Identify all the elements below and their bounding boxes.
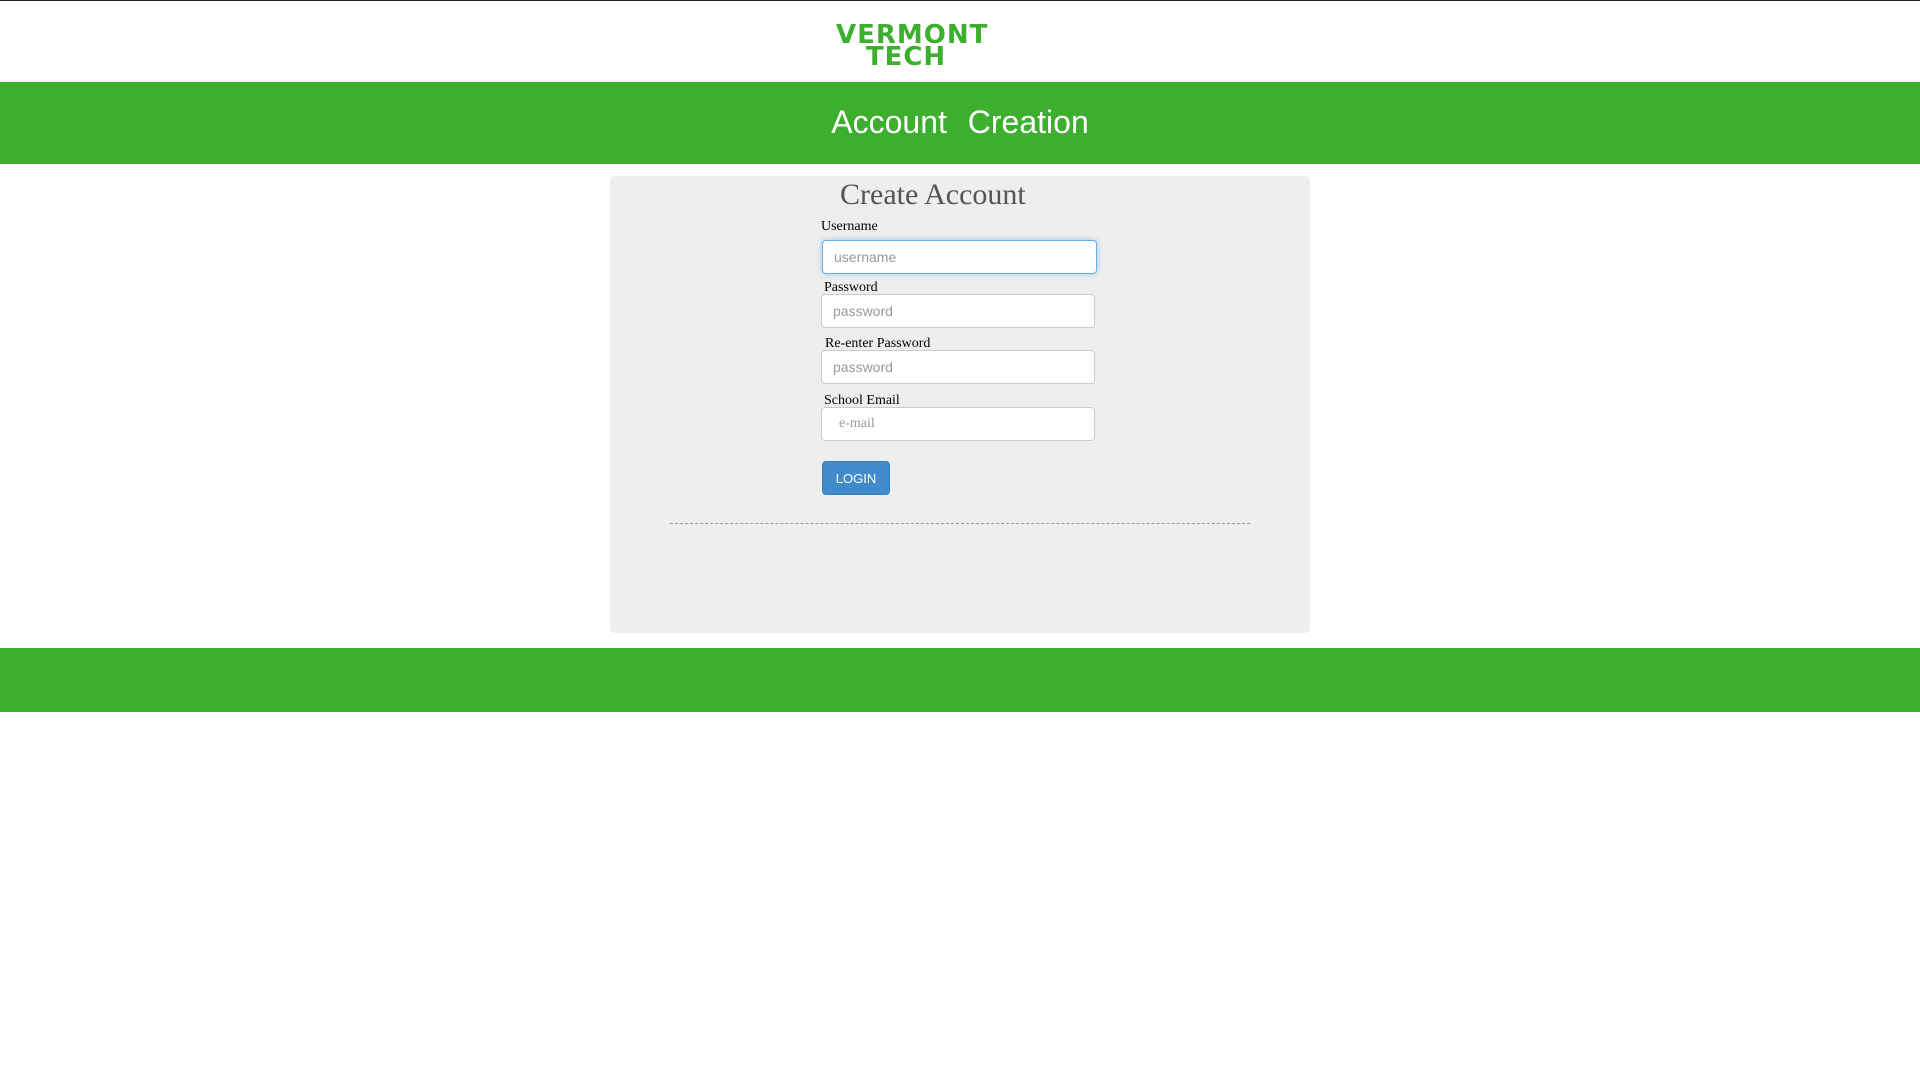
form-title: Create Account xyxy=(840,178,1026,211)
password-input[interactable] xyxy=(821,294,1095,328)
username-label: Username xyxy=(821,219,878,234)
page-title: Account Creation xyxy=(831,104,1089,140)
school-email-input[interactable] xyxy=(821,407,1095,441)
header-banner: Account Creation xyxy=(0,82,1920,164)
footer-banner xyxy=(0,648,1920,712)
top-border xyxy=(0,0,1920,1)
username-input[interactable] xyxy=(822,240,1097,274)
login-button[interactable]: LOGIN xyxy=(822,461,890,495)
vermont-tech-logo: VERMONT TECH xyxy=(836,22,987,70)
divider xyxy=(670,523,1250,524)
reenter-password-input[interactable] xyxy=(821,350,1095,384)
